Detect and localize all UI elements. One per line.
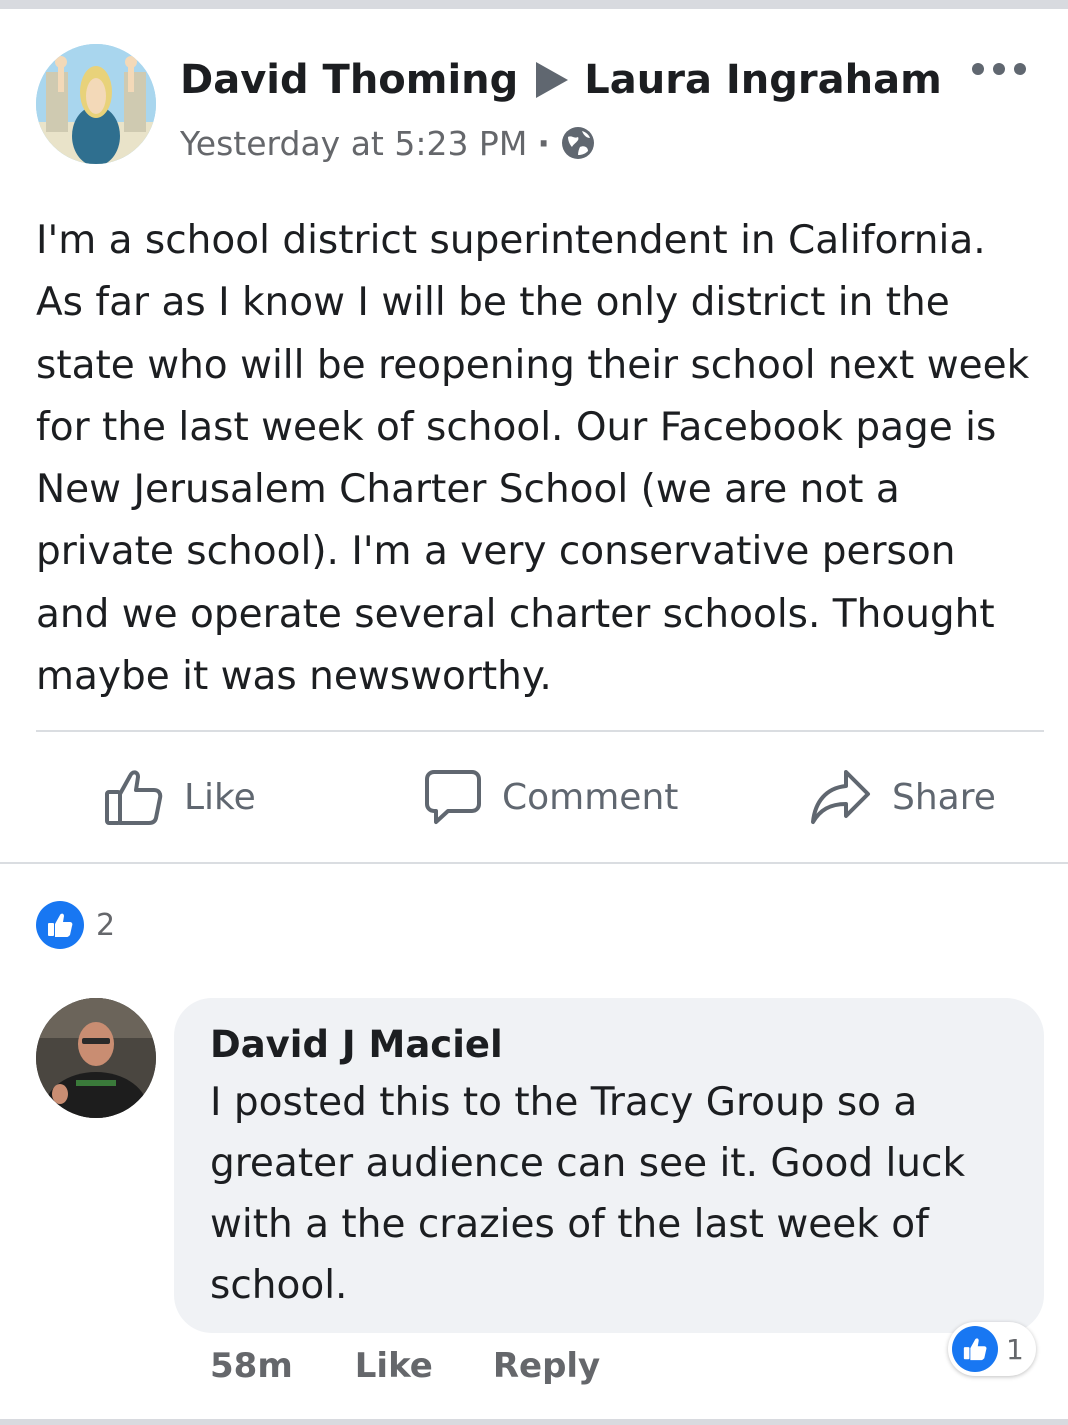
post-timestamp[interactable]: Yesterday at 5:23 PM: [180, 124, 527, 163]
comment-text: I posted this to the Tracy Group so a gr…: [210, 1080, 966, 1308]
globe-icon: [561, 127, 594, 159]
comment-label: Comment: [502, 776, 679, 818]
divider: [36, 730, 1044, 732]
comment-reaction-count: 1: [1006, 1332, 1024, 1366]
comment-author-name[interactable]: David J Maciel: [210, 1016, 503, 1072]
person-photo-icon: [36, 998, 156, 1118]
thumbs-up-outline-icon: [105, 770, 163, 825]
bottom-divider-strip: [0, 1419, 1068, 1425]
meta-separator: ·: [537, 123, 550, 163]
comment-reaction-summary[interactable]: 1: [948, 1322, 1036, 1376]
more-options-icon[interactable]: [972, 56, 1026, 82]
like-label: Like: [184, 776, 256, 818]
dot: [972, 63, 984, 75]
top-divider-strip: [0, 0, 1068, 9]
comment-like-button[interactable]: Like: [355, 1346, 433, 1386]
author-avatar[interactable]: [36, 44, 156, 164]
reaction-summary[interactable]: 2: [36, 900, 115, 950]
reaction-count: 2: [96, 907, 116, 943]
comment-timestamp[interactable]: 58m: [210, 1346, 293, 1386]
comment-button[interactable]: Comment: [424, 762, 678, 832]
comment-actions: 58m Like Reply: [210, 1338, 600, 1394]
post-author-name[interactable]: David Thoming: [180, 57, 518, 103]
post-body-text: I'm a school district superintendent in …: [36, 218, 1030, 700]
dot: [1014, 63, 1026, 75]
triangle-right-icon: [536, 62, 569, 98]
dot: [993, 63, 1005, 75]
divider: [0, 862, 1068, 864]
cartoon-avatar-icon: [36, 44, 156, 164]
like-button[interactable]: Like: [104, 762, 256, 832]
comment-bubble-icon: [425, 770, 481, 824]
share-label: Share: [892, 776, 996, 818]
commenter-avatar[interactable]: [36, 998, 156, 1118]
post-target-name[interactable]: Laura Ingraham: [584, 57, 941, 103]
share-button[interactable]: Share: [810, 762, 996, 832]
like-reaction-icon: [952, 1326, 998, 1372]
post-meta: Yesterday at 5:23 PM ·: [180, 118, 596, 168]
like-reaction-icon: [36, 901, 84, 949]
post-header-names: David Thoming Laura Ingraham: [180, 50, 942, 110]
comment-reply-button[interactable]: Reply: [493, 1346, 600, 1386]
share-arrow-icon: [811, 770, 870, 824]
